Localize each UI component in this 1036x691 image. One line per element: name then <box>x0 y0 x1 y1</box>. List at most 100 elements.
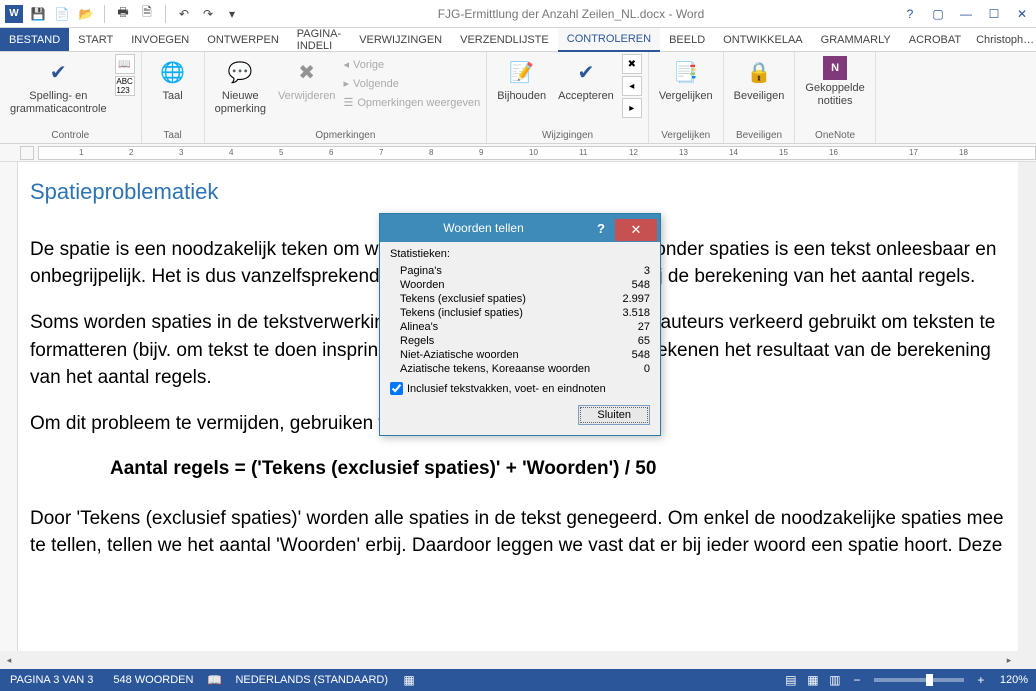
dialog-help-icon[interactable]: ? <box>587 221 615 236</box>
next-change-icon[interactable]: ▸ <box>622 98 642 118</box>
user-name[interactable]: Christoph… <box>970 28 1036 51</box>
delete-comment-icon: ✖ <box>291 56 323 88</box>
view-read-icon[interactable]: ▤ <box>780 673 802 687</box>
scroll-left-icon[interactable]: ◂ <box>0 651 18 669</box>
ruler-vertical[interactable] <box>0 162 18 651</box>
status-language[interactable]: NEDERLANDS (STANDAARD) <box>225 674 398 686</box>
group-label: Taal <box>148 128 198 143</box>
open-icon[interactable]: 📂 <box>76 4 96 24</box>
tab-ontwikkelaar[interactable]: ONTWIKKELAA <box>714 28 811 51</box>
checkbox-input[interactable] <box>390 382 403 395</box>
formula: Aantal regels = ('Tekens (exclusief spat… <box>30 455 1008 483</box>
tab-invoegen[interactable]: INVOEGEN <box>122 28 198 51</box>
wordcount-icon[interactable]: ABC123 <box>115 76 135 96</box>
arrow-left-icon: ◂ <box>343 58 349 71</box>
new-comment-button[interactable]: 💬 Nieuwe opmerking <box>211 54 270 117</box>
maximize-icon[interactable]: ☐ <box>980 4 1008 24</box>
tab-verzendlijsten[interactable]: VERZENDLIJSTE <box>451 28 558 51</box>
redo-icon[interactable]: ↷ <box>198 4 218 24</box>
reject-icon[interactable]: ✖ <box>622 54 642 74</box>
accept-button[interactable]: ✔ Accepteren <box>554 54 618 105</box>
stat-row: Pagina's3 <box>390 264 650 278</box>
title-bar: W 💾 📄 📂 🖶 🗎 ↶ ↷ ▾ FJG-Ermittlung der Anz… <box>0 0 1036 28</box>
protect-button[interactable]: 🔒 Beveiligen <box>730 54 789 105</box>
status-words[interactable]: 548 WOORDEN <box>103 674 203 686</box>
tab-grammarly[interactable]: GRAMMARLY <box>812 28 900 51</box>
ruler-bar[interactable]: 1 2 3 4 5 6 7 8 9 10 11 12 13 14 15 16 1… <box>38 146 1036 160</box>
separator <box>104 5 105 23</box>
prev-comment-button[interactable]: ◂Vorige <box>343 56 480 73</box>
spellcheck-status-icon[interactable]: 📖 <box>203 673 225 687</box>
tab-file[interactable]: BESTAND <box>0 28 69 51</box>
tab-acrobat[interactable]: ACROBAT <box>900 28 970 51</box>
quick-access-toolbar: W 💾 📄 📂 🖶 🗎 ↶ ↷ ▾ <box>0 4 246 24</box>
include-textboxes-checkbox[interactable]: Inclusief tekstvakken, voet- en eindnote… <box>390 382 650 395</box>
group-controle: ✔ Spelling- en grammaticacontrole 📖 ABC1… <box>0 52 142 143</box>
word-icon: W <box>4 4 24 24</box>
thesaurus-icon[interactable]: 📖 <box>115 54 135 74</box>
onenote-button[interactable]: N Gekoppelde notities <box>801 54 868 109</box>
close-icon[interactable]: ✕ <box>1008 4 1036 24</box>
window-title: FJG-Ermittlung der Anzahl Zeilen_NL.docx… <box>246 7 896 21</box>
tab-verwijzingen[interactable]: VERWIJZINGEN <box>350 28 451 51</box>
group-label: Wijzigingen <box>493 128 642 143</box>
compare-button[interactable]: 📑 Vergelijken <box>655 54 717 105</box>
track-changes-button[interactable]: 📝 Bijhouden <box>493 54 550 105</box>
stat-row: Alinea's27 <box>390 320 650 334</box>
next-comment-button[interactable]: ▸Volgende <box>343 75 480 92</box>
dialog-body: Statistieken: Pagina's3 Woorden548 Teken… <box>380 242 660 435</box>
accept-icon: ✔ <box>570 56 602 88</box>
dialog-close-icon[interactable]: ✕ <box>615 219 657 241</box>
zoom-handle[interactable] <box>926 674 933 686</box>
dialog-titlebar[interactable]: Woorden tellen ? ✕ <box>380 214 660 242</box>
group-taal: 🌐 Taal Taal <box>142 52 205 143</box>
scrollbar-vertical[interactable] <box>1018 162 1036 651</box>
ribbon-tabs: BESTAND START INVOEGEN ONTWERPEN PAGINA-… <box>0 28 1036 52</box>
zoom-value[interactable]: 120% <box>992 674 1036 686</box>
tab-start[interactable]: START <box>69 28 122 51</box>
scroll-right-icon[interactable]: ▸ <box>1000 651 1018 669</box>
tab-ontwerpen[interactable]: ONTWERPEN <box>198 28 288 51</box>
delete-comment-button[interactable]: ✖ Verwijderen <box>274 54 339 105</box>
tab-beeld[interactable]: BEELD <box>660 28 714 51</box>
group-label: Opmerkingen <box>211 128 481 143</box>
stat-row: Tekens (exclusief spaties)2.997 <box>390 292 650 306</box>
heading: Spatieproblematiek <box>30 176 1008 208</box>
print-icon[interactable]: 🖶 <box>113 4 133 24</box>
track-icon: 📝 <box>506 56 538 88</box>
minimize-icon[interactable]: — <box>952 4 980 24</box>
stat-row: Regels65 <box>390 334 650 348</box>
new-doc-icon[interactable]: 📄 <box>52 4 72 24</box>
status-page[interactable]: PAGINA 3 VAN 3 <box>0 674 103 686</box>
view-print-icon[interactable]: ▦ <box>802 673 824 687</box>
save-icon[interactable]: 💾 <box>28 4 48 24</box>
globe-icon: 🌐 <box>157 56 189 88</box>
group-label: Beveiligen <box>730 128 789 143</box>
view-web-icon[interactable]: ▥ <box>824 673 846 687</box>
macro-icon[interactable]: ▦ <box>398 673 420 687</box>
group-label: OneNote <box>801 128 868 143</box>
close-button[interactable]: Sluiten <box>578 405 650 425</box>
scrollbar-horizontal[interactable]: ◂ ▸ <box>0 651 1018 669</box>
zoom-out-icon[interactable]: − <box>846 673 868 687</box>
tab-pagina-indeling[interactable]: PAGINA-INDELI <box>288 28 350 51</box>
ruler-horizontal[interactable]: 1 2 3 4 5 6 7 8 9 10 11 12 13 14 15 16 1… <box>0 144 1036 162</box>
qat-customize-icon[interactable]: ▾ <box>222 4 242 24</box>
lock-icon: 🔒 <box>743 56 775 88</box>
language-button[interactable]: 🌐 Taal <box>148 54 198 105</box>
prev-change-icon[interactable]: ◂ <box>622 76 642 96</box>
tab-controleren[interactable]: CONTROLEREN <box>558 28 660 52</box>
group-beveiligen: 🔒 Beveiligen Beveiligen <box>724 52 796 143</box>
group-wijzigingen: 📝 Bijhouden ✔ Accepteren ✖ ◂ ▸ Wijziging… <box>487 52 649 143</box>
show-comments-button[interactable]: ☰Opmerkingen weergeven <box>343 94 480 111</box>
ribbon: ✔ Spelling- en grammaticacontrole 📖 ABC1… <box>0 52 1036 144</box>
spelling-button[interactable]: ✔ Spelling- en grammaticacontrole <box>6 54 111 117</box>
small-tools: 📖 ABC123 <box>115 54 135 96</box>
zoom-in-icon[interactable]: + <box>970 673 992 687</box>
scroll-track[interactable] <box>18 651 1000 669</box>
zoom-slider[interactable] <box>874 678 964 682</box>
undo-icon[interactable]: ↶ <box>174 4 194 24</box>
ribbon-display-icon[interactable]: ▢ <box>924 4 952 24</box>
print-preview-icon[interactable]: 🗎 <box>137 4 157 24</box>
help-icon[interactable]: ? <box>896 4 924 24</box>
